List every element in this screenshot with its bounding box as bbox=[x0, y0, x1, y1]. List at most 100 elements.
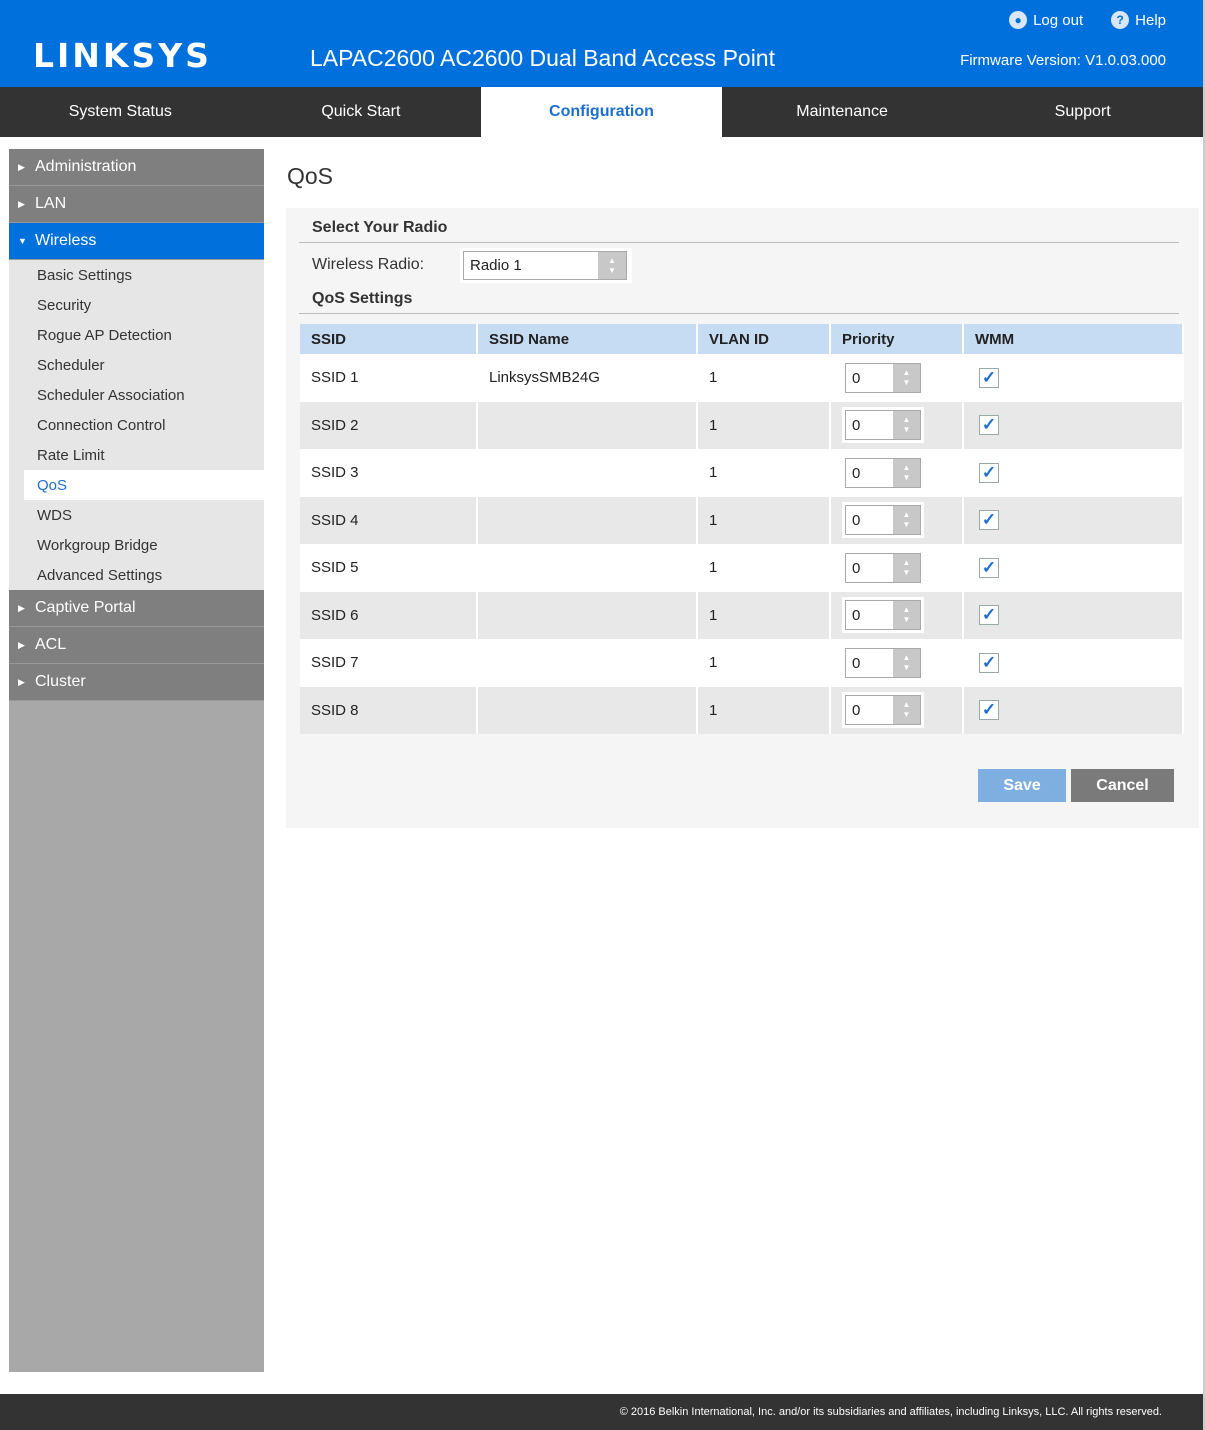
wireless-submenu: Basic Settings Security Rogue AP Detecti… bbox=[9, 260, 264, 590]
sidebar-group-cluster[interactable]: ▶ Cluster bbox=[9, 664, 264, 701]
sidebar-group-wireless[interactable]: ▼ Wireless bbox=[9, 223, 264, 260]
updown-arrows-icon: ▲ ▼ bbox=[893, 411, 920, 440]
priority-stepper[interactable]: 0 ▲ ▼ bbox=[845, 552, 921, 583]
sidebar-item-rate-limit[interactable]: Rate Limit bbox=[9, 440, 264, 470]
updown-arrows-icon: ▲ ▼ bbox=[598, 252, 626, 279]
logout-link[interactable]: ● Log out bbox=[1009, 11, 1083, 29]
ssid-cell: SSID 3 bbox=[300, 449, 478, 497]
ssid-cell: SSID 7 bbox=[300, 639, 478, 687]
vlan-id-cell: 1 bbox=[697, 686, 831, 734]
col-header-wmm: WMM bbox=[963, 324, 1184, 354]
help-link[interactable]: ? Help bbox=[1111, 11, 1166, 29]
col-header-vlan-id: VLAN ID bbox=[697, 324, 831, 354]
sidebar-item-scheduler-association[interactable]: Scheduler Association bbox=[9, 380, 264, 410]
wmm-checkbox[interactable]: ✓ bbox=[979, 462, 999, 483]
sidebar-item-advanced-settings[interactable]: Advanced Settings bbox=[9, 560, 264, 590]
wmm-cell: ✓ bbox=[963, 449, 1184, 497]
sidebar-item-qos[interactable]: QoS bbox=[24, 470, 264, 500]
table-row: SSID 7 1 0 ▲ ▼ ✓ bbox=[300, 639, 1184, 687]
priority-stepper[interactable]: 0 ▲ ▼ bbox=[845, 457, 921, 488]
wmm-checkbox[interactable]: ✓ bbox=[979, 367, 999, 388]
tab-maintenance[interactable]: Maintenance bbox=[722, 87, 963, 137]
priority-stepper[interactable]: 0 ▲ ▼ bbox=[845, 695, 921, 726]
wireless-radio-select[interactable]: Radio 1 ▲ ▼ bbox=[463, 251, 627, 280]
updown-arrows-icon: ▲ ▼ bbox=[893, 601, 920, 630]
updown-arrows-icon: ▲ ▼ bbox=[893, 363, 920, 392]
sidebar-group-label: Administration bbox=[35, 158, 137, 175]
table-row: SSID 3 1 0 ▲ ▼ ✓ bbox=[300, 449, 1184, 497]
priority-stepper[interactable]: 0 ▲ ▼ bbox=[845, 647, 921, 678]
updown-arrows-icon: ▲ ▼ bbox=[893, 696, 920, 725]
sidebar-group-captive-portal[interactable]: ▶ Captive Portal bbox=[9, 590, 264, 627]
priority-value: 0 bbox=[852, 654, 861, 672]
product-title: LAPAC2600 AC2600 Dual Band Access Point bbox=[310, 45, 775, 71]
wmm-cell: ✓ bbox=[963, 639, 1184, 687]
priority-stepper-wrap: 0 ▲ ▼ bbox=[842, 549, 924, 586]
priority-stepper[interactable]: 0 ▲ ▼ bbox=[845, 362, 921, 393]
qos-settings-heading: QoS Settings bbox=[312, 290, 413, 307]
priority-cell: 0 ▲ ▼ bbox=[830, 639, 964, 687]
wmm-cell: ✓ bbox=[963, 686, 1184, 734]
wmm-checkbox[interactable]: ✓ bbox=[979, 700, 999, 721]
ssid-cell: SSID 1 bbox=[300, 354, 478, 402]
col-header-priority: Priority bbox=[830, 324, 964, 354]
tab-system-status[interactable]: System Status bbox=[0, 87, 241, 137]
help-label: Help bbox=[1135, 11, 1166, 29]
tab-quick-start[interactable]: Quick Start bbox=[241, 87, 482, 137]
main-nav: System Status Quick Start Configuration … bbox=[0, 87, 1203, 137]
triangle-right-icon: ▶ bbox=[18, 198, 25, 209]
sidebar-group-administration[interactable]: ▶ Administration bbox=[9, 149, 264, 186]
priority-stepper-wrap: 0 ▲ ▼ bbox=[842, 692, 924, 729]
priority-stepper-wrap: 0 ▲ ▼ bbox=[842, 454, 924, 491]
sidebar-item-scheduler[interactable]: Scheduler bbox=[9, 350, 264, 380]
vlan-id-cell: 1 bbox=[697, 639, 831, 687]
ssid-cell: SSID 5 bbox=[300, 544, 478, 592]
linksys-logo: LINKSYS bbox=[33, 36, 212, 75]
wireless-radio-select-wrap: Radio 1 ▲ ▼ bbox=[460, 248, 632, 283]
checkmark-icon: ✓ bbox=[981, 415, 997, 435]
ssid-name-cell bbox=[477, 401, 698, 449]
priority-cell: 0 ▲ ▼ bbox=[830, 401, 964, 449]
firmware-version: Firmware Version: V1.0.03.000 bbox=[960, 52, 1166, 69]
vlan-id-cell: 1 bbox=[697, 496, 831, 544]
priority-stepper[interactable]: 0 ▲ ▼ bbox=[845, 410, 921, 441]
wireless-radio-label: Wireless Radio: bbox=[312, 256, 425, 273]
cancel-button[interactable]: Cancel bbox=[1071, 769, 1174, 802]
sidebar-group-acl[interactable]: ▶ ACL bbox=[9, 627, 264, 664]
checkmark-icon: ✓ bbox=[981, 700, 997, 720]
footer: © 2016 Belkin International, Inc. and/or… bbox=[0, 1394, 1203, 1430]
wmm-checkbox[interactable]: ✓ bbox=[979, 652, 999, 673]
select-radio-heading: Select Your Radio bbox=[312, 219, 448, 236]
sidebar-item-connection-control[interactable]: Connection Control bbox=[9, 410, 264, 440]
updown-arrows-icon: ▲ ▼ bbox=[893, 648, 920, 677]
sidebar-item-security[interactable]: Security bbox=[9, 290, 264, 320]
priority-stepper-wrap: 0 ▲ ▼ bbox=[842, 502, 924, 539]
priority-stepper-wrap: 0 ▲ ▼ bbox=[842, 597, 924, 634]
save-button[interactable]: Save bbox=[978, 769, 1066, 802]
tab-support[interactable]: Support bbox=[962, 87, 1203, 137]
updown-arrows-icon: ▲ ▼ bbox=[893, 458, 920, 487]
qos-panel: Select Your Radio Wireless Radio: Radio … bbox=[286, 208, 1199, 828]
wmm-checkbox[interactable]: ✓ bbox=[979, 557, 999, 578]
wmm-checkbox[interactable]: ✓ bbox=[979, 510, 999, 531]
priority-stepper[interactable]: 0 ▲ ▼ bbox=[845, 505, 921, 536]
copyright-text: © 2016 Belkin International, Inc. and/or… bbox=[619, 1406, 1162, 1418]
tab-configuration[interactable]: Configuration bbox=[481, 87, 722, 137]
table-row: SSID 4 1 0 ▲ ▼ ✓ bbox=[300, 496, 1184, 544]
priority-stepper[interactable]: 0 ▲ ▼ bbox=[845, 600, 921, 631]
sidebar-item-wds[interactable]: WDS bbox=[9, 500, 264, 530]
table-header-row: SSID SSID Name VLAN ID Priority WMM bbox=[300, 324, 1184, 354]
sidebar-item-basic-settings[interactable]: Basic Settings bbox=[9, 260, 264, 290]
table-row: SSID 5 1 0 ▲ ▼ ✓ bbox=[300, 544, 1184, 592]
sidebar-group-lan[interactable]: ▶ LAN bbox=[9, 186, 264, 223]
wmm-checkbox[interactable]: ✓ bbox=[979, 605, 999, 626]
vlan-id-cell: 1 bbox=[697, 591, 831, 639]
priority-cell: 0 ▲ ▼ bbox=[830, 354, 964, 402]
checkmark-icon: ✓ bbox=[981, 462, 997, 482]
vlan-id-cell: 1 bbox=[697, 449, 831, 497]
divider bbox=[299, 313, 1179, 314]
sidebar-item-rogue-ap-detection[interactable]: Rogue AP Detection bbox=[9, 320, 264, 350]
sidebar-item-workgroup-bridge[interactable]: Workgroup Bridge bbox=[9, 530, 264, 560]
wmm-cell: ✓ bbox=[963, 354, 1184, 402]
wmm-checkbox[interactable]: ✓ bbox=[979, 415, 999, 436]
